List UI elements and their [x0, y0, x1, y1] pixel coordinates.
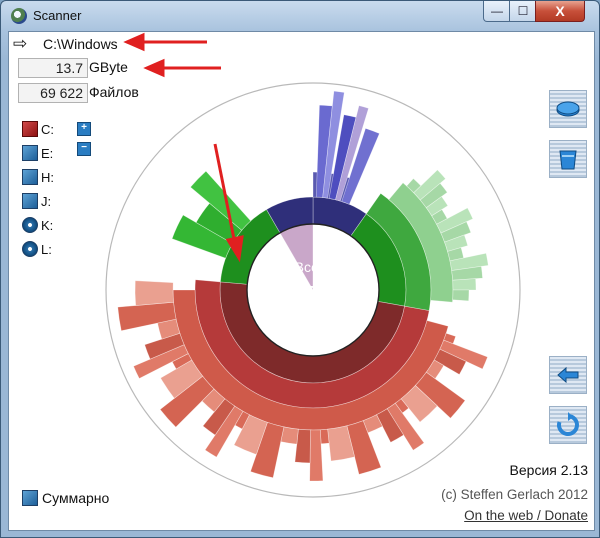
close-button[interactable]: X	[535, 1, 585, 22]
minimize-button[interactable]: —	[483, 1, 511, 22]
annotation-arrowhead-size	[143, 58, 165, 78]
annotation-arrowhead-chart	[225, 235, 244, 263]
app-icon	[11, 8, 27, 24]
client-area: ⇨ C:\Windows 13.7 GByte 69 622 Файлов C:…	[8, 31, 595, 531]
maximize-button[interactable]: ☐	[509, 1, 537, 22]
annotation-arrow-chart	[213, 143, 237, 245]
scanner-window: Scanner — ☐ X ⇨ C:\Windows 13.7 GByte 69…	[0, 0, 600, 538]
annotation-arrows	[123, 32, 244, 263]
annotation-arrowhead-path	[123, 32, 145, 52]
window-title: Scanner	[33, 8, 82, 23]
title-bar[interactable]: Scanner — ☐ X	[1, 1, 599, 31]
